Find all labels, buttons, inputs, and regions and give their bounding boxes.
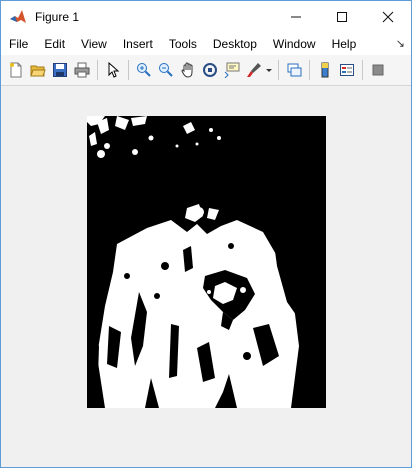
brush-button[interactable] [243, 59, 264, 81]
toolbar-separator [278, 60, 279, 80]
dock-arrow-icon[interactable]: ↘ [396, 37, 405, 50]
title-bar[interactable]: Figure 1 [1, 1, 411, 33]
link-plot-button[interactable] [283, 59, 304, 81]
property-editor-button[interactable] [367, 59, 388, 81]
brush-icon [246, 63, 261, 77]
link-plot-icon [287, 63, 301, 77]
property-editor-icon [372, 64, 383, 76]
image-axes[interactable] [87, 116, 326, 408]
minimize-button[interactable] [273, 1, 319, 33]
menu-view[interactable]: View [73, 37, 115, 51]
menu-tools[interactable]: Tools [161, 37, 205, 51]
matlab-logo-icon [10, 10, 26, 23]
zoom-out-button[interactable] [155, 59, 176, 81]
menu-window[interactable]: Window [265, 37, 324, 51]
rotate-3d-button[interactable] [199, 59, 220, 81]
print-icon [74, 62, 89, 78]
data-cursor-button[interactable] [221, 59, 242, 81]
data-cursor-icon [224, 62, 239, 78]
chevron-down-icon [266, 69, 272, 72]
pan-button[interactable] [177, 59, 198, 81]
save-icon [52, 63, 67, 77]
menu-bar: File Edit View Insert Tools Desktop Wind… [1, 33, 411, 55]
menu-help[interactable]: Help [324, 37, 365, 51]
legend-icon [339, 64, 354, 76]
new-figure-icon [9, 62, 21, 78]
new-figure-button[interactable] [5, 59, 26, 81]
maximize-icon [337, 12, 347, 22]
brush-dropdown[interactable] [265, 59, 273, 81]
figure-canvas [1, 86, 411, 467]
colorbar-button[interactable] [314, 59, 335, 81]
open-file-icon [29, 65, 46, 77]
legend-button[interactable] [336, 59, 357, 81]
zoom-in-icon [136, 63, 151, 77]
edit-plot-button[interactable] [102, 59, 123, 81]
toolbar-separator [309, 60, 310, 80]
binary-image [87, 116, 326, 408]
zoom-in-button[interactable] [133, 59, 154, 81]
save-button[interactable] [49, 59, 70, 81]
open-file-button[interactable] [27, 59, 48, 81]
figure-window: Figure 1 File Edit View Insert Tools Des… [0, 0, 412, 468]
print-button[interactable] [71, 59, 92, 81]
minimize-icon [291, 16, 301, 18]
menu-file[interactable]: File [1, 37, 36, 51]
menu-edit[interactable]: Edit [36, 37, 73, 51]
toolbar-separator [128, 60, 129, 80]
menu-insert[interactable]: Insert [115, 37, 161, 51]
close-icon [382, 11, 394, 23]
menu-desktop[interactable]: Desktop [205, 37, 265, 51]
maximize-button[interactable] [319, 1, 365, 33]
zoom-out-icon [158, 63, 173, 77]
colorbar-icon [321, 62, 328, 78]
edit-plot-icon [108, 62, 119, 78]
pan-icon [180, 62, 192, 78]
figure-toolbar [1, 55, 411, 86]
window-title: Figure 1 [35, 10, 80, 24]
toolbar-separator [362, 60, 363, 80]
close-button[interactable] [365, 1, 411, 33]
rotate-3d-icon [202, 63, 217, 77]
toolbar-separator [97, 60, 98, 80]
